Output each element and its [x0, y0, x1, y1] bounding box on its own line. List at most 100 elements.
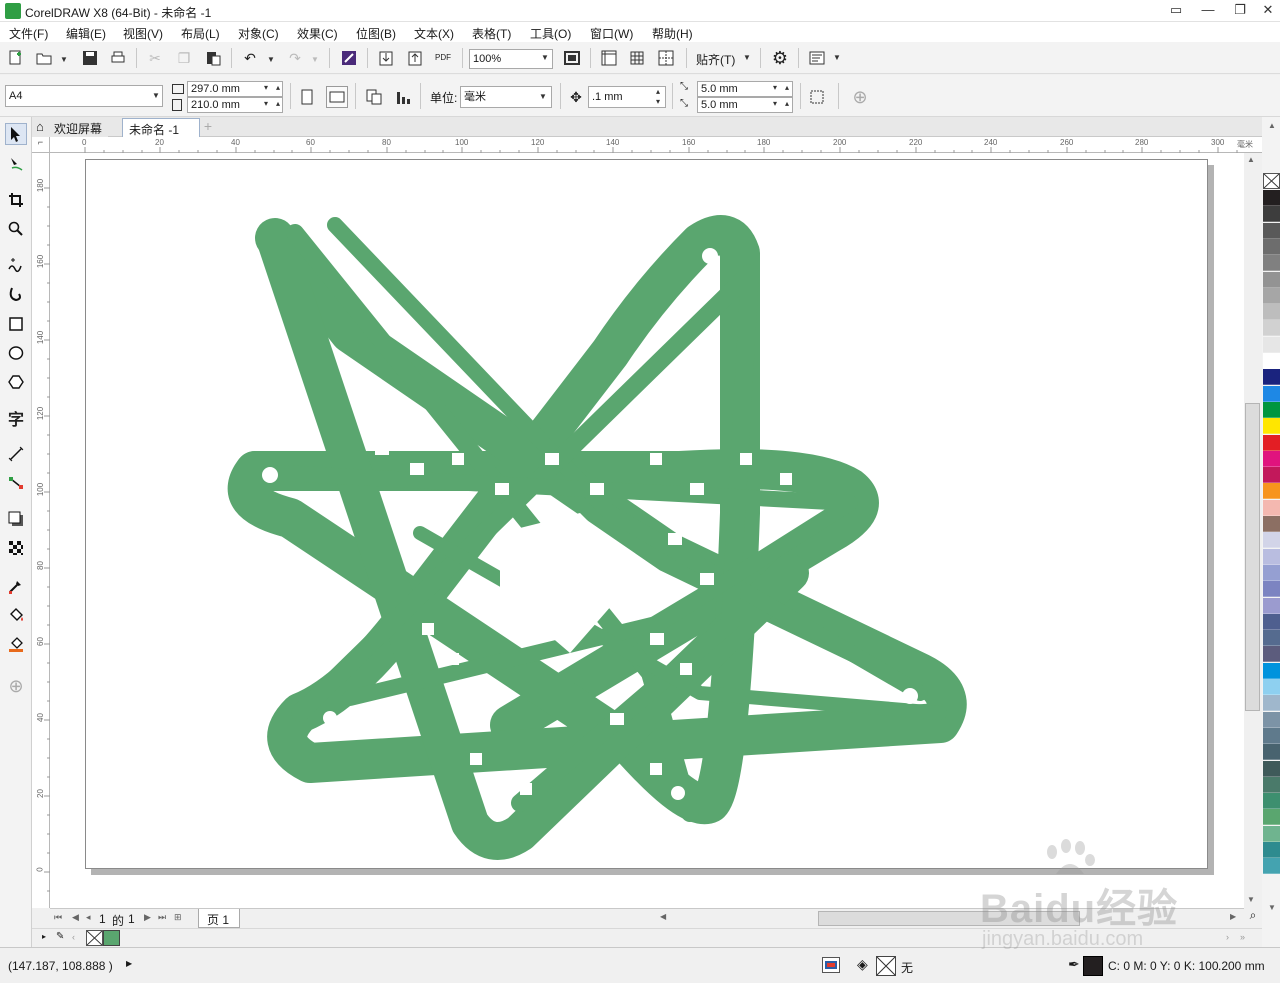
palette-swatch[interactable] — [1263, 776, 1280, 793]
palette-swatch[interactable] — [1263, 809, 1280, 826]
zoom-tool-icon[interactable] — [5, 218, 27, 240]
redo-dropdown-icon[interactable]: ▼ — [309, 55, 321, 64]
doc-palette-menu-icon[interactable]: ▸ — [42, 932, 46, 941]
save-icon[interactable] — [79, 47, 101, 69]
palette-scroll-up-icon[interactable]: ▲ — [1268, 121, 1276, 130]
new-document-icon[interactable] — [5, 47, 27, 69]
status-more-arrow-icon[interactable]: ▶ — [126, 959, 132, 968]
redo-icon[interactable]: ↷ — [284, 47, 306, 69]
tab-welcome-screen[interactable]: ⌂ 欢迎屏幕 — [32, 118, 109, 137]
palette-swatch[interactable] — [1263, 727, 1280, 744]
first-page-icon[interactable]: ⏮ — [54, 912, 62, 923]
palette-swatch[interactable] — [1263, 760, 1280, 777]
open-folder-icon[interactable] — [33, 47, 55, 69]
height-spin-icon[interactable]: ▾ — [260, 99, 272, 108]
dup-y-spin-icon[interactable]: ▾ — [769, 99, 781, 108]
menu-layout[interactable]: 布局(L) — [181, 25, 220, 42]
menu-view[interactable]: 视图(V) — [123, 25, 163, 42]
minimize-button[interactable]: — — [1192, 0, 1224, 22]
color-proof-icon[interactable] — [822, 957, 840, 973]
palette-swatch[interactable] — [1263, 516, 1280, 532]
palette-swatch[interactable] — [1263, 581, 1280, 598]
portrait-icon[interactable] — [296, 86, 318, 108]
scroll-up-arrow-icon[interactable]: ▲ — [1247, 155, 1255, 164]
doc-no-color-swatch-icon[interactable] — [86, 930, 103, 946]
palette-swatch[interactable] — [1263, 825, 1280, 842]
palette-swatch[interactable] — [1263, 304, 1280, 321]
pick-tool-icon[interactable] — [5, 123, 27, 145]
scroll-left-arrow-icon[interactable]: ◀ — [660, 912, 666, 921]
quick-customize-icon[interactable]: ⊕ — [849, 86, 871, 108]
green-star-spirograph-shape[interactable] — [50, 153, 1244, 908]
palette-swatch[interactable] — [1263, 483, 1280, 500]
page-tab[interactable]: 页 1 — [198, 909, 240, 928]
artistic-media-icon[interactable] — [5, 283, 27, 305]
page-size-dropdown-icon[interactable]: ▼ — [150, 91, 162, 100]
nudge-down-icon[interactable]: ▾ — [652, 97, 664, 106]
cut-icon[interactable]: ✂ — [144, 47, 166, 69]
width-spin-icon[interactable]: ▾ — [260, 83, 272, 92]
palette-swatch[interactable] — [1263, 695, 1280, 712]
palette-swatch[interactable] — [1263, 271, 1280, 288]
menu-table[interactable]: 表格(T) — [472, 25, 511, 42]
doc-palette-expand-icon[interactable]: » — [1240, 932, 1245, 942]
publish-pdf-icon[interactable]: PDF — [432, 47, 454, 69]
palette-swatch[interactable] — [1263, 744, 1280, 761]
landscape-icon[interactable] — [326, 86, 348, 108]
palette-swatch[interactable] — [1263, 613, 1280, 630]
rectangle-tool-icon[interactable] — [5, 313, 27, 335]
menu-effects[interactable]: 效果(C) — [297, 25, 338, 42]
palette-swatch[interactable] — [1263, 385, 1280, 402]
vertical-ruler[interactable]: 180 160 140 120 100 80 60 40 20 0 — [32, 153, 50, 908]
interactive-fill-icon[interactable] — [5, 604, 27, 626]
palette-swatch[interactable] — [1263, 532, 1280, 549]
current-page-icon[interactable] — [392, 86, 414, 108]
scroll-right-arrow-icon[interactable]: ▶ — [1230, 912, 1236, 921]
export-icon[interactable] — [404, 47, 426, 69]
horizontal-ruler[interactable]: 0 20 40 60 80 100 120 140 160 180 200 22… — [50, 137, 1262, 153]
smart-fill-icon[interactable] — [5, 633, 27, 655]
parallel-dimension-icon[interactable] — [5, 443, 27, 465]
menu-help[interactable]: 帮助(H) — [652, 25, 693, 42]
copy-icon[interactable]: ❐ — [173, 47, 195, 69]
vertical-scrollbar[interactable]: ▲ ▼ — [1244, 153, 1262, 908]
quick-customize-tools-icon[interactable]: ⊕ — [5, 675, 27, 697]
palette-swatch[interactable] — [1263, 238, 1280, 255]
palette-swatch[interactable] — [1263, 548, 1280, 565]
page-size-select[interactable]: A4 — [5, 85, 163, 107]
menu-file[interactable]: 文件(F) — [9, 25, 48, 42]
dup-y-step-icon[interactable]: ▴ — [781, 99, 793, 108]
doc-palette-eyedropper-icon[interactable]: ✎ — [56, 931, 64, 942]
connector-tool-icon[interactable] — [5, 472, 27, 494]
palette-swatch[interactable] — [1263, 662, 1280, 679]
palette-swatch[interactable] — [1263, 255, 1280, 272]
menu-text[interactable]: 文本(X) — [414, 25, 454, 42]
ruler-origin-corner[interactable]: ⌐ — [32, 137, 50, 153]
snap-dropdown-icon[interactable]: ▼ — [741, 53, 753, 62]
dup-x-spin-icon[interactable]: ▾ — [769, 83, 781, 92]
vertical-scroll-thumb[interactable] — [1245, 403, 1260, 711]
undo-dropdown-icon[interactable]: ▼ — [265, 55, 277, 64]
zoom-navigator-icon[interactable]: ⌕ — [1244, 908, 1262, 928]
palette-swatch[interactable] — [1263, 858, 1280, 875]
import-icon[interactable] — [375, 47, 397, 69]
ellipse-tool-icon[interactable] — [5, 342, 27, 364]
print-icon[interactable] — [107, 47, 129, 69]
treat-as-filled-icon[interactable] — [806, 86, 828, 108]
nudge-up-icon[interactable]: ▴ — [652, 87, 664, 96]
palette-swatch[interactable] — [1263, 842, 1280, 858]
undo-icon[interactable]: ↶ — [239, 47, 261, 69]
palette-swatch[interactable] — [1263, 450, 1280, 467]
width-step-icon[interactable]: ▴ — [272, 83, 284, 92]
palette-swatch[interactable] — [1263, 401, 1280, 418]
height-step-icon[interactable]: ▴ — [272, 99, 284, 108]
eyedropper-icon[interactable] — [5, 575, 27, 597]
palette-swatch[interactable] — [1263, 499, 1280, 516]
scroll-down-arrow-icon[interactable]: ▼ — [1247, 895, 1255, 904]
units-dropdown-icon[interactable]: ▼ — [537, 92, 549, 101]
palette-swatch[interactable] — [1263, 222, 1280, 239]
crop-tool-icon[interactable] — [5, 189, 27, 211]
dup-x-step-icon[interactable]: ▴ — [781, 83, 793, 92]
restore-toolbar-icon[interactable]: ▭ — [1160, 0, 1192, 22]
text-tool-icon[interactable]: 字 — [5, 407, 27, 429]
